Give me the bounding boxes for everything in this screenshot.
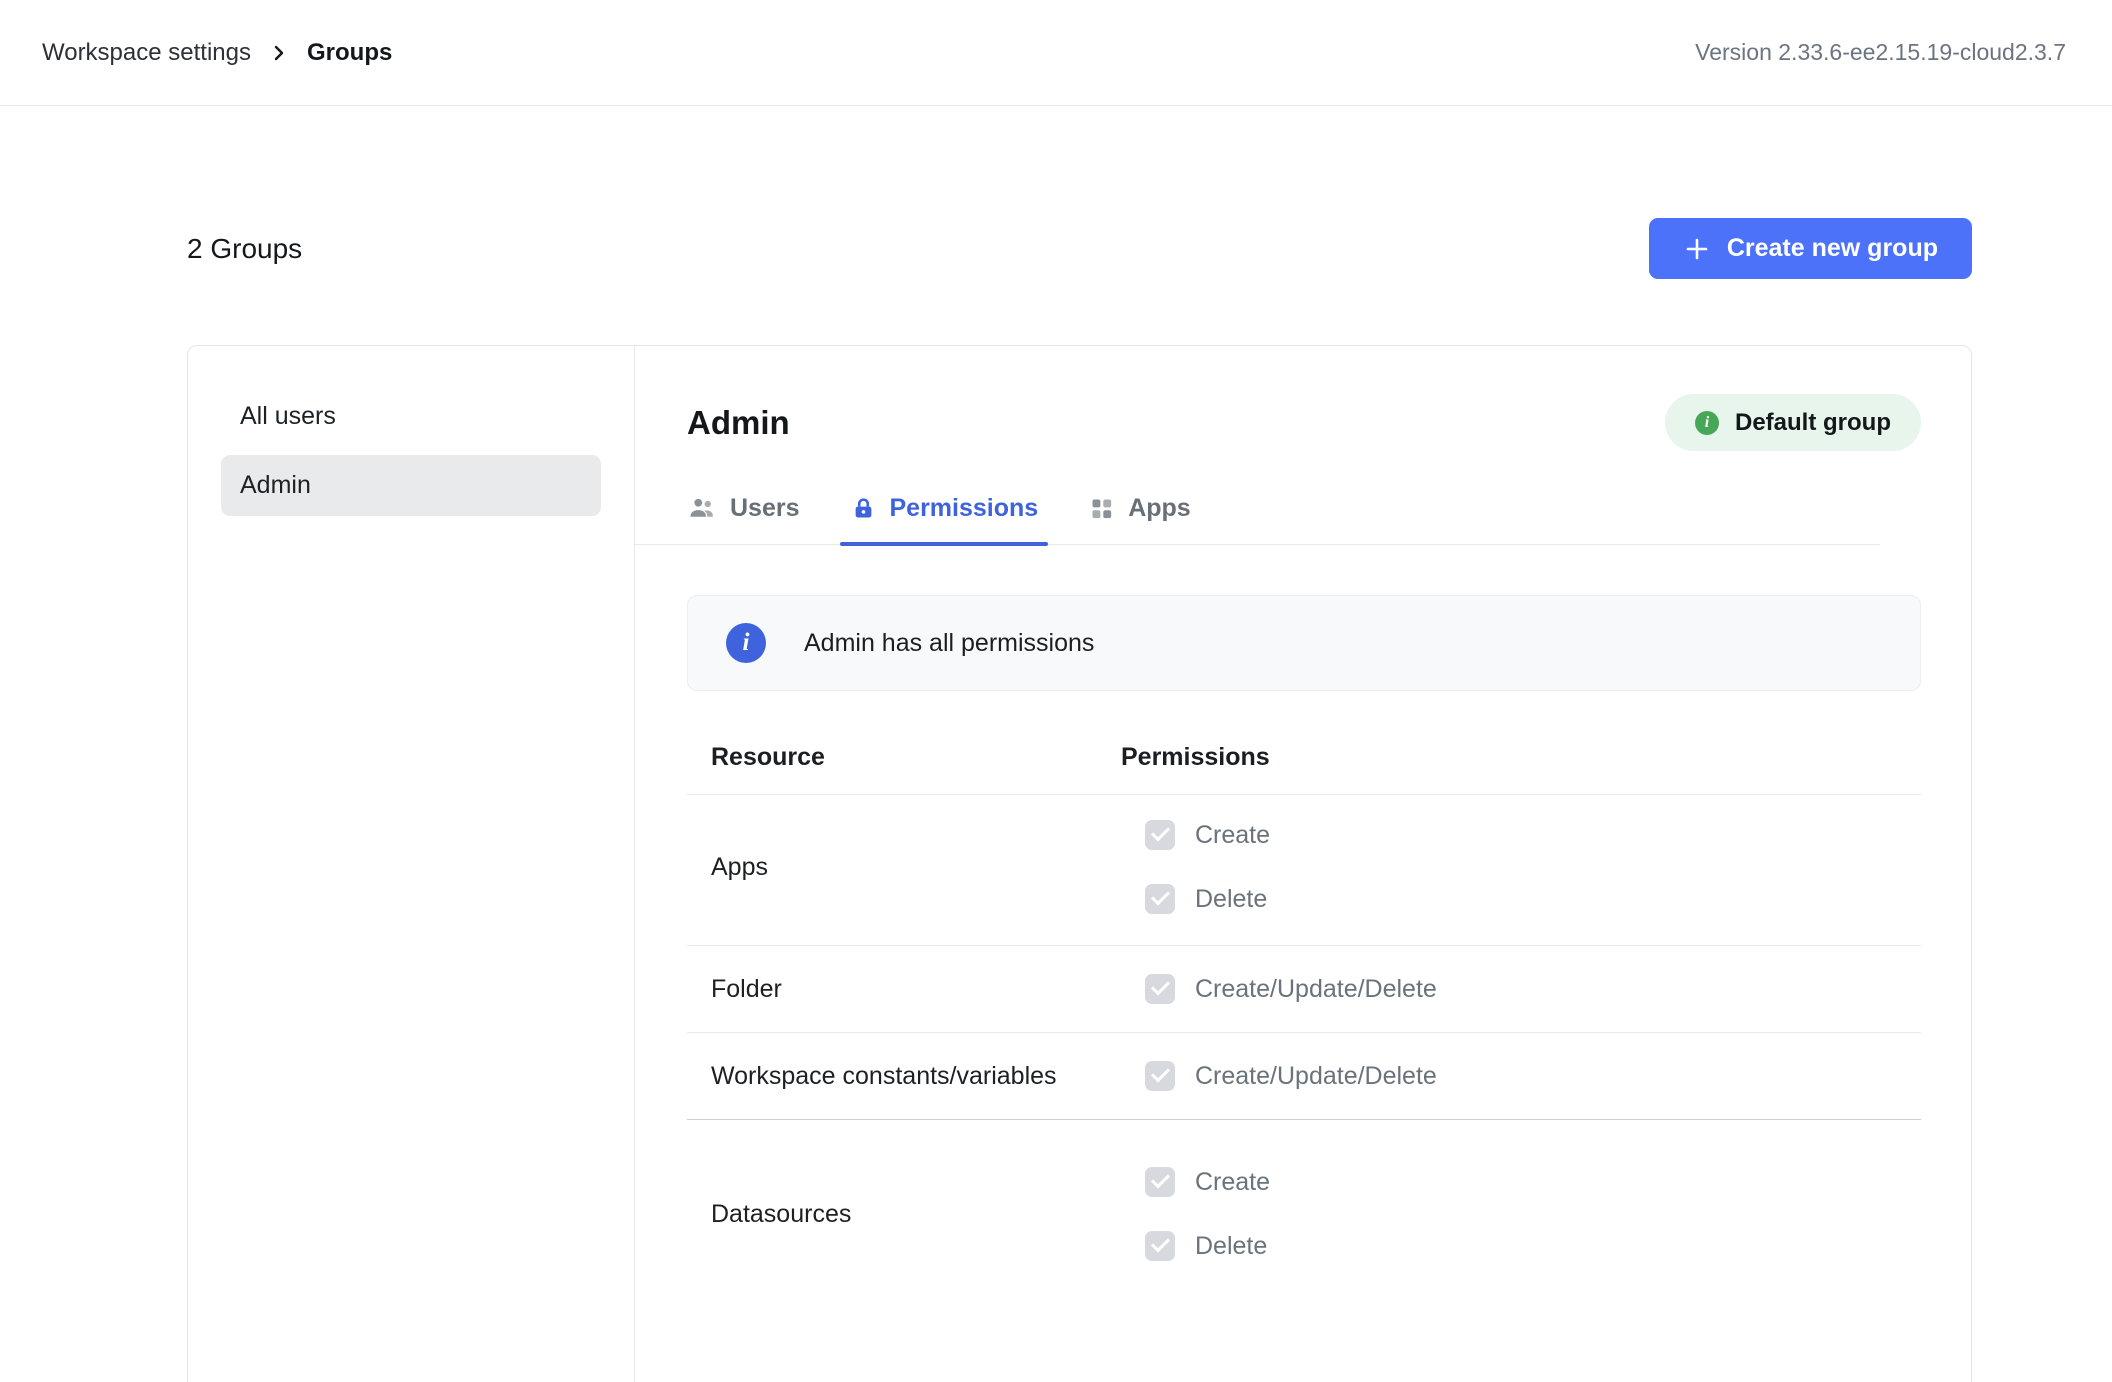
permissions-table: Resource Permissions Apps Create Delete	[687, 691, 1921, 1308]
create-checkbox	[1145, 1167, 1175, 1197]
groups-toolbar: 2 Groups Create new group	[187, 218, 1972, 279]
users-icon	[687, 493, 717, 523]
sidebar-item-label: All users	[240, 402, 336, 431]
table-row: Apps Create Delete	[687, 795, 1921, 946]
groups-sidebar: All users Admin	[188, 346, 635, 1382]
resource-label: Apps	[711, 853, 1121, 882]
sidebar-item-all-users[interactable]: All users	[221, 386, 601, 447]
permission-crud: Create/Update/Delete	[1145, 957, 1437, 1021]
tab-permissions-label: Permissions	[890, 494, 1039, 523]
tab-permissions[interactable]: Permissions	[850, 493, 1039, 544]
create-new-group-button[interactable]: Create new group	[1649, 218, 1972, 279]
default-group-badge: i Default group	[1665, 394, 1921, 451]
crud-checkbox	[1145, 974, 1175, 1004]
info-circle-icon: i	[726, 623, 766, 663]
permission-create: Create	[1145, 803, 1270, 867]
create-checkbox	[1145, 820, 1175, 850]
top-header: Workspace settings Groups Version 2.33.6…	[0, 0, 2112, 106]
groups-count-heading: 2 Groups	[187, 233, 302, 265]
group-tabs: Users Permissions	[635, 493, 1880, 545]
crud-checkbox	[1145, 1061, 1175, 1091]
permission-create: Create	[1145, 1150, 1270, 1214]
permission-label: Create/Update/Delete	[1195, 1062, 1437, 1091]
permissions-info-banner: i Admin has all permissions	[687, 595, 1921, 691]
breadcrumb-groups: Groups	[307, 39, 392, 67]
chevron-right-icon	[269, 43, 289, 63]
tab-apps[interactable]: Apps	[1088, 493, 1191, 544]
panel-header: Admin i Default group	[635, 394, 1971, 451]
sidebar-item-admin[interactable]: Admin	[221, 455, 601, 516]
breadcrumb-workspace-settings[interactable]: Workspace settings	[42, 39, 251, 67]
resource-label: Folder	[711, 975, 1121, 1004]
tab-apps-label: Apps	[1128, 494, 1191, 523]
plus-icon	[1683, 235, 1711, 263]
breadcrumb: Workspace settings Groups	[42, 39, 392, 67]
tab-users[interactable]: Users	[687, 493, 800, 544]
permission-delete: Delete	[1145, 1214, 1270, 1278]
table-row: Folder Create/Update/Delete	[687, 946, 1921, 1033]
permission-label: Create	[1195, 821, 1270, 850]
lock-icon	[850, 495, 877, 522]
resource-label: Datasources	[711, 1200, 1121, 1229]
version-label: Version 2.33.6-ee2.15.19-cloud2.3.7	[1695, 39, 2066, 66]
page-content: 2 Groups Create new group All users Admi…	[0, 218, 2112, 1382]
banner-message: Admin has all permissions	[804, 629, 1094, 658]
resource-label: Workspace constants/variables	[711, 1062, 1121, 1091]
default-group-badge-label: Default group	[1735, 409, 1891, 437]
sidebar-item-label: Admin	[240, 471, 311, 500]
permissions-column-header: Permissions	[1121, 743, 1270, 772]
permission-label: Create/Update/Delete	[1195, 975, 1437, 1004]
permission-label: Delete	[1195, 885, 1267, 914]
delete-checkbox	[1145, 884, 1175, 914]
tab-users-label: Users	[730, 494, 800, 523]
table-header: Resource Permissions	[687, 691, 1921, 795]
permission-crud: Create/Update/Delete	[1145, 1044, 1437, 1108]
create-new-group-label: Create new group	[1727, 234, 1938, 263]
permission-label: Delete	[1195, 1232, 1267, 1261]
group-detail-panel: Admin i Default group	[635, 346, 1971, 1382]
groups-card: All users Admin Admin i Default group	[187, 345, 1972, 1382]
apps-grid-icon	[1088, 495, 1115, 522]
delete-checkbox	[1145, 1231, 1175, 1261]
info-icon: i	[1695, 411, 1719, 435]
resource-column-header: Resource	[711, 743, 1121, 772]
group-title: Admin	[687, 404, 790, 442]
permission-delete: Delete	[1145, 867, 1270, 931]
permission-label: Create	[1195, 1168, 1270, 1197]
table-row: Workspace constants/variables Create/Upd…	[687, 1033, 1921, 1120]
table-row: Datasources Create Delete	[687, 1120, 1921, 1308]
